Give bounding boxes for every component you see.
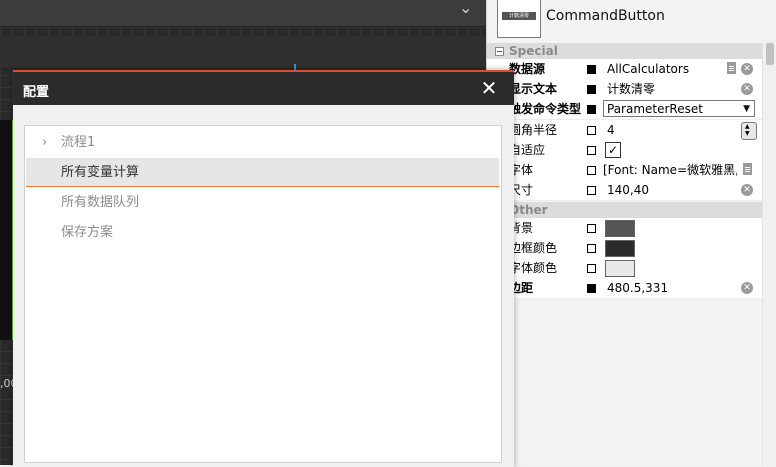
property-name: 背景 [509,221,534,235]
property-marker [587,85,596,94]
property-row-border-color[interactable]: 边框颜色 [487,238,763,259]
property-value[interactable]: [Font: Name=微软雅黑, [603,160,737,180]
clear-icon[interactable]: ✕ [741,83,753,95]
clear-icon[interactable]: ✕ [741,63,753,75]
font-color-swatch[interactable] [605,260,635,277]
list-item-label: 保存方案 [61,225,114,240]
category-label: Special [509,44,558,58]
property-value[interactable]: 计数清零 [607,79,741,99]
property-value[interactable]: AllCalculators [607,59,741,79]
list-item-label: 所有数据队列 [61,195,140,210]
chevron-down-icon[interactable]: ⌄ [459,0,472,17]
property-marker [587,146,596,155]
background-color-swatch[interactable] [605,220,635,237]
config-list: › 流程1 所有变量计算 所有数据队列 保存方案 [24,125,502,463]
category-label: Other [509,203,548,217]
property-name: 字体 [509,163,534,177]
property-name: 数据源 [509,62,546,76]
border-color-swatch[interactable] [605,240,635,257]
property-value[interactable]: 140,40 [607,180,741,200]
property-row-size[interactable]: 尺寸 140,40 ✕ [487,180,763,201]
image-preview-panel [0,120,14,340]
property-row-datasource[interactable]: 数据源 AllCalculators ✕ [487,59,763,80]
property-scrollbar[interactable] [762,40,776,465]
property-row-corner-radius[interactable]: 圆角半径 4 [487,120,763,141]
chevron-right-icon[interactable]: › [42,128,47,157]
category-other[interactable]: Other [487,202,763,219]
list-item-all-variable-calc[interactable]: 所有变量计算 [26,158,499,187]
property-value[interactable]: 4 [607,120,741,140]
property-row-command-type[interactable]: 触发命令类型 ParameterReset ▼ [487,99,763,120]
property-name: 显示文本 [509,82,558,96]
dropdown-value: ParameterReset [607,102,703,116]
document-icon[interactable] [743,163,752,175]
dropdown-arrow-icon[interactable]: ▼ [743,101,750,118]
property-marker [587,244,596,253]
property-name: 自适应 [509,143,546,157]
property-name: 边距 [509,281,534,295]
property-name: 边框颜色 [509,241,558,255]
list-item-save-scheme[interactable]: 保存方案 [26,218,499,247]
scrollbar-thumb[interactable] [766,43,774,65]
editor-toolbar: ⌄ [0,0,486,27]
property-row-background[interactable]: 背景 [487,218,763,239]
property-name: 尺寸 [509,183,534,197]
property-marker [587,186,596,195]
property-panel: 计数清零 CommandButton Special 数据源 AllCalcul… [486,0,776,465]
property-row-display-text[interactable]: 显示文本 计数清零 ✕ [487,79,763,100]
property-value[interactable]: 480.5,331 [607,278,741,298]
dialog-titlebar[interactable]: 配置 ✕ [13,72,514,105]
collapse-icon[interactable] [495,47,504,56]
list-item-label: 流程1 [61,135,96,150]
autosize-checkbox[interactable]: ✓ [605,142,621,158]
close-icon[interactable]: ✕ [478,75,500,101]
property-row-autosize[interactable]: 自适应 ✓ [487,140,763,161]
property-marker [587,224,596,233]
document-icon[interactable] [727,62,736,74]
property-name: 圆角半径 [509,123,558,137]
property-marker [587,65,596,74]
property-header: 计数清零 CommandButton [487,0,776,38]
property-marker [587,166,596,175]
property-row-margin[interactable]: 边距 480.5,331 ✕ [487,278,763,299]
command-type-dropdown[interactable]: ParameterReset ▼ [603,100,755,117]
list-item-label: 所有变量计算 [61,165,140,180]
clear-icon[interactable]: ✕ [741,184,753,196]
property-row-font[interactable]: 字体 [Font: Name=微软雅黑, [487,160,763,181]
dialog-title: 配置 [23,85,50,100]
property-marker [587,105,596,114]
config-dialog: 配置 ✕ › 流程1 所有变量计算 所有数据队列 保存方案 [13,70,514,467]
list-item-flow1[interactable]: › 流程1 [26,128,499,157]
spinner-icon[interactable] [741,122,757,140]
category-special[interactable]: Special [487,43,763,60]
property-marker [587,126,596,135]
clear-icon[interactable]: ✕ [741,282,753,294]
property-marker [587,284,596,293]
thumbnail-button: 计数清零 [502,12,536,20]
property-row-font-color[interactable]: 字体颜色 [487,258,763,279]
ruler [0,36,486,69]
control-type-name: CommandButton [546,8,665,24]
property-name: 触发命令类型 [509,102,582,116]
property-name: 字体颜色 [509,261,558,275]
control-thumbnail: 计数清零 [497,0,541,38]
property-marker [587,264,596,273]
list-item-all-data-queues[interactable]: 所有数据队列 [26,188,499,217]
